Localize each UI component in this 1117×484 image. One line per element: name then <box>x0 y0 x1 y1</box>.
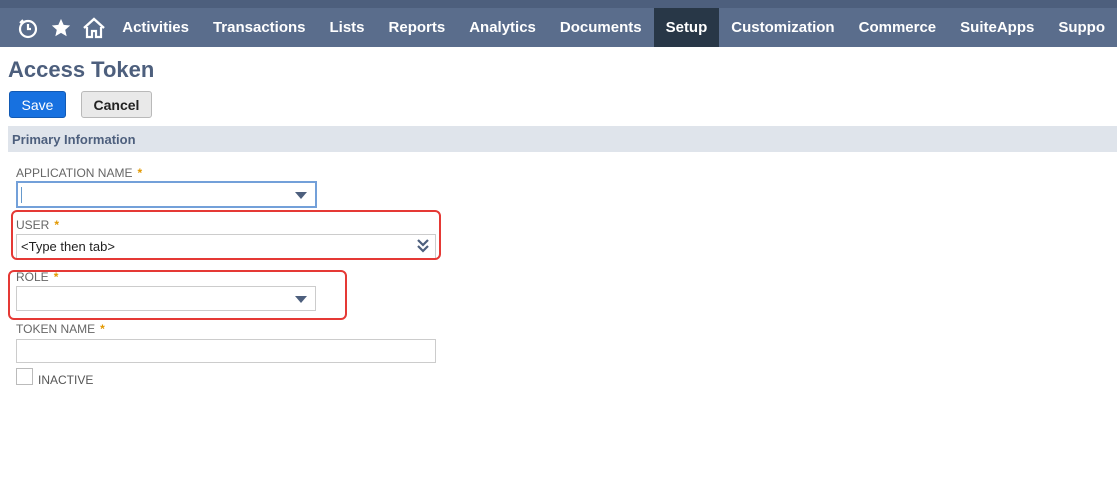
application-name-select[interactable] <box>16 181 317 208</box>
role-field-highlight-box <box>8 270 347 320</box>
token-name-label-text: TOKEN NAME <box>16 322 96 336</box>
home-icon[interactable] <box>78 8 111 47</box>
nav-item-activities[interactable]: Activities <box>110 8 201 47</box>
favorites-star-icon[interactable] <box>45 8 78 47</box>
save-button[interactable]: Save <box>9 91 66 118</box>
required-marker: * <box>100 322 105 336</box>
application-name-label-text: APPLICATION NAME <box>16 166 133 180</box>
top-navigation-bar: Activities Transactions Lists Reports An… <box>0 0 1117 47</box>
section-title: Primary Information <box>12 131 136 147</box>
application-name-label: APPLICATION NAME * <box>16 166 142 180</box>
recent-records-icon[interactable] <box>0 8 45 47</box>
user-field-highlight-box <box>11 210 441 260</box>
token-name-input[interactable] <box>16 339 436 363</box>
nav-item-setup[interactable]: Setup <box>653 8 720 47</box>
inactive-checkbox[interactable] <box>16 368 33 385</box>
nav-item-reports[interactable]: Reports <box>377 8 458 47</box>
required-marker: * <box>137 166 143 180</box>
token-name-label: TOKEN NAME * <box>16 322 105 336</box>
nav-item-commerce[interactable]: Commerce <box>847 8 949 47</box>
inactive-label: INACTIVE <box>38 373 94 387</box>
nav-item-lists[interactable]: Lists <box>318 8 377 47</box>
page-title: Access Token <box>8 57 155 82</box>
nav-item-customization[interactable]: Customization <box>719 8 846 47</box>
nav-item-documents[interactable]: Documents <box>548 8 654 47</box>
nav-item-suiteapps[interactable]: SuiteApps <box>948 8 1046 47</box>
nav-item-transactions[interactable]: Transactions <box>201 8 318 47</box>
section-header-primary-information[interactable]: Primary Information <box>8 126 1117 152</box>
nav-item-support[interactable]: Suppo <box>1046 8 1117 47</box>
text-cursor <box>21 186 22 203</box>
dropdown-arrow-icon[interactable] <box>295 191 307 199</box>
nav-item-analytics[interactable]: Analytics <box>457 8 548 47</box>
cancel-button[interactable]: Cancel <box>81 91 152 118</box>
